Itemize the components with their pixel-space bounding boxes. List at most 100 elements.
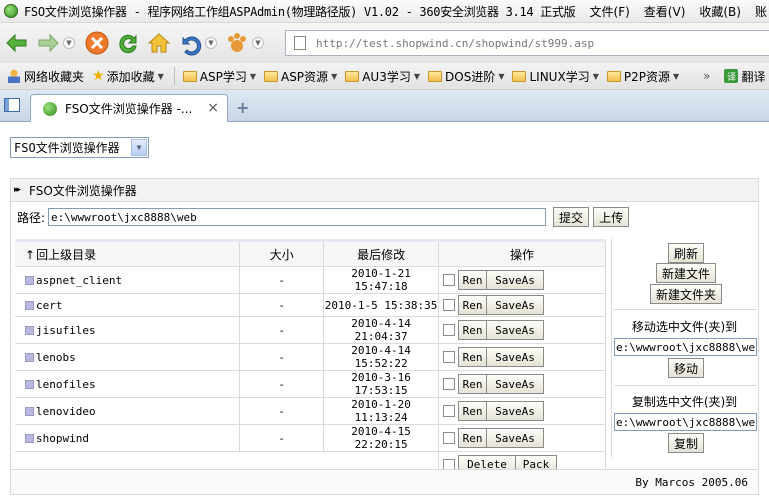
saveas-button[interactable]: SaveAs xyxy=(486,270,545,290)
refresh-button[interactable]: 刷新 xyxy=(668,243,705,263)
tab-strip: FSO文件浏览操作器 -... × + xyxy=(0,90,769,122)
saveas-button[interactable]: SaveAs xyxy=(486,401,545,421)
folder-icon xyxy=(25,352,34,362)
file-name-cell[interactable]: aspnet_client xyxy=(15,266,241,294)
select-checkbox[interactable] xyxy=(443,405,456,417)
copy-button[interactable]: 复制 xyxy=(668,433,705,453)
rename-button[interactable]: Ren xyxy=(458,295,488,315)
page-icon xyxy=(294,36,306,50)
undo-dropdown-icon[interactable]: ▼ xyxy=(205,37,217,49)
bookmark-folder-asp-learning[interactable]: ASP学习 ▼ xyxy=(182,68,256,85)
chevron-down-icon: ▼ xyxy=(498,71,505,81)
refresh-button[interactable] xyxy=(114,29,142,57)
bookmark-folder-au3[interactable]: AU3学习 ▼ xyxy=(345,68,420,85)
close-icon[interactable]: × xyxy=(207,100,219,116)
folder-icon xyxy=(263,70,278,82)
divider xyxy=(614,385,757,386)
saveas-button[interactable]: SaveAs xyxy=(486,428,545,448)
move-button[interactable]: 移动 xyxy=(668,358,705,378)
copy-target-input[interactable] xyxy=(614,413,757,431)
upload-button[interactable]: 上传 xyxy=(593,207,630,227)
file-name-cell[interactable]: lenofiles xyxy=(15,370,241,398)
file-name-cell[interactable]: jisufiles xyxy=(15,316,241,344)
rename-button[interactable]: Ren xyxy=(458,428,488,448)
saveas-button[interactable]: SaveAs xyxy=(486,295,545,315)
url-input[interactable] xyxy=(316,36,756,50)
bookmark-folder-asp-resources[interactable]: ASP资源 ▼ xyxy=(263,68,338,85)
select-checkbox[interactable] xyxy=(443,274,456,286)
move-target-input[interactable] xyxy=(614,338,757,356)
bookmarks-overflow-button[interactable]: » xyxy=(703,69,710,83)
file-name-cell[interactable]: lenovideo xyxy=(15,397,241,425)
new-folder-button[interactable]: 新建文件夹 xyxy=(650,284,723,304)
menu-file[interactable]: 文件(F) xyxy=(590,3,630,20)
chevron-down-icon[interactable]: ▼ xyxy=(131,139,147,156)
rename-button[interactable]: Ren xyxy=(458,320,488,340)
move-label: 移动选中文件(夹)到 xyxy=(631,320,738,334)
forward-button[interactable] xyxy=(34,29,62,57)
file-name-cell[interactable]: cert xyxy=(15,293,241,317)
bookmark-folder-dos[interactable]: DOS进阶 ▼ xyxy=(428,68,504,85)
file-ops-cell: Ren SaveAs xyxy=(438,424,606,452)
tab-fso-browser[interactable]: FSO文件浏览操作器 -... × xyxy=(30,94,228,122)
tab-title: FSO文件浏览操作器 -... xyxy=(65,102,193,116)
folder-icon xyxy=(182,70,197,82)
submit-button[interactable]: 提交 xyxy=(553,207,590,227)
path-input[interactable] xyxy=(48,208,547,226)
bookmark-net-favorites[interactable]: 网络收藏夹 xyxy=(8,68,84,85)
menu-favorites[interactable]: 收藏(B) xyxy=(699,3,741,20)
file-ops-cell: Ren SaveAs xyxy=(438,293,606,317)
table-row: aspnet_client -2010-1-21 15:47:18 Ren SaveA… xyxy=(15,266,606,294)
forward-dropdown-icon[interactable]: ▼ xyxy=(63,37,75,49)
rename-button[interactable]: Ren xyxy=(458,270,488,290)
saveas-button[interactable]: SaveAs xyxy=(486,347,545,367)
home-button[interactable] xyxy=(145,29,173,57)
back-button[interactable] xyxy=(3,29,31,57)
folder-icon xyxy=(25,325,34,335)
select-checkbox[interactable] xyxy=(443,432,456,444)
copy-label: 复制选中文件(夹)到 xyxy=(631,395,738,409)
panel-title: FSO文件浏览操作器 xyxy=(29,183,137,198)
select-checkbox[interactable] xyxy=(443,378,456,390)
stop-button[interactable] xyxy=(83,29,111,57)
bookmark-folder-p2p[interactable]: P2P资源 ▼ xyxy=(606,68,679,85)
select-checkbox[interactable] xyxy=(443,299,456,311)
select-checkbox[interactable] xyxy=(443,351,456,363)
file-size-cell: - xyxy=(239,316,325,344)
address-bar[interactable] xyxy=(285,30,769,56)
file-name-cell[interactable]: lenobs xyxy=(15,343,241,371)
rename-button[interactable]: Ren xyxy=(458,374,488,394)
folder-icon xyxy=(25,275,34,285)
file-size-cell: - xyxy=(239,424,325,452)
new-file-button[interactable]: 新建文件 xyxy=(656,263,717,283)
sidebar-toggle-icon[interactable] xyxy=(4,98,20,112)
saveas-button[interactable]: SaveAs xyxy=(486,320,545,340)
table-header-row: ↑回上级目录 大小 最后修改 操作 xyxy=(15,239,606,267)
refresh-icon xyxy=(119,34,137,54)
chevron-down-icon: ▼ xyxy=(331,71,338,81)
file-modified-cell: 2010-1-21 15:47:18 xyxy=(323,266,440,294)
bookmark-folder-linux[interactable]: LINUX学习 ▼ xyxy=(512,68,599,85)
file-modified-cell: 2010-4-15 22:20:15 xyxy=(323,424,440,452)
pet-button[interactable] xyxy=(223,29,251,57)
file-ops-cell: Ren SaveAs xyxy=(438,370,606,398)
new-tab-button[interactable]: + xyxy=(236,98,249,117)
menu-view[interactable]: 查看(V) xyxy=(644,3,686,20)
file-ops-cell: Ren SaveAs xyxy=(438,266,606,294)
saveas-button[interactable]: SaveAs xyxy=(486,374,545,394)
rename-button[interactable]: Ren xyxy=(458,347,488,367)
rename-button[interactable]: Ren xyxy=(458,401,488,421)
forward-arrow-icon xyxy=(38,33,59,53)
pet-dropdown-icon[interactable]: ▼ xyxy=(252,37,264,49)
table-row: lenobs -2010-4-14 15:52:22 Ren SaveAs xyxy=(15,343,606,371)
mode-select-value: FSO文件浏览操作器 xyxy=(14,141,120,155)
bookmark-add-favorite[interactable]: ★ 添加收藏 ▼ xyxy=(92,68,164,85)
undo-close-button[interactable] xyxy=(176,29,204,57)
select-checkbox[interactable] xyxy=(443,324,456,336)
menu-account[interactable]: 账 xyxy=(755,3,767,20)
file-name-cell[interactable]: shopwind xyxy=(15,424,241,452)
parent-directory-link[interactable]: ↑回上级目录 xyxy=(15,239,241,267)
mode-select[interactable]: FSO文件浏览操作器 ▼ xyxy=(10,137,149,158)
translate-button[interactable]: 译翻译 xyxy=(724,68,765,85)
file-modified-cell: 2010-4-14 15:52:22 xyxy=(323,343,440,371)
